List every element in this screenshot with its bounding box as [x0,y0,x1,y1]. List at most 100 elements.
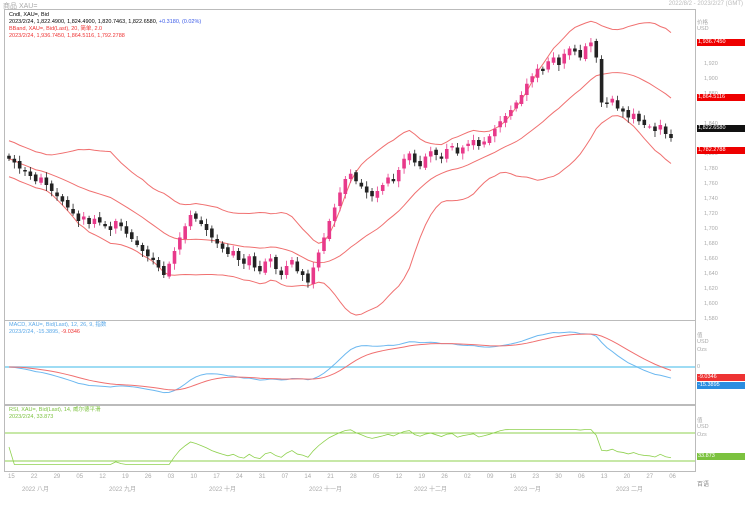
candle [103,221,107,229]
candle [567,46,572,60]
candle [364,181,369,199]
signal-line [8,333,672,391]
candle [482,137,486,148]
candle [610,95,615,106]
candle [343,176,348,199]
date-tick: 10 [190,474,198,480]
month-label: 2023 一月 [514,487,542,493]
rsi-legend-values: 2023/2/24, 33.873 [9,414,54,420]
candle [231,245,236,258]
date-tick: 24 [236,474,243,480]
candle [423,153,428,170]
candle [236,248,241,266]
candle [375,186,380,203]
candle [578,44,583,61]
macd-panel[interactable]: MACD, XAU=, Bid(Last), 12, 26, 9, 指数 202… [4,320,696,405]
date-tick: 26 [441,474,448,480]
candle [519,91,524,107]
candle [97,212,102,226]
candle [119,218,123,231]
candle [135,236,139,248]
candle [402,154,406,174]
candle [621,106,625,118]
candle [615,95,620,111]
candle [530,73,534,88]
candle [460,145,465,160]
month-label: 2022 十一月 [309,487,343,493]
candle [258,260,262,275]
candle [450,143,454,151]
candle [642,115,647,128]
date-tick: 21 [327,474,334,480]
candle [92,215,97,228]
price-chart[interactable] [5,10,695,320]
date-tick: 06 [669,474,676,480]
candle [380,182,385,195]
candle [316,249,321,272]
candle [162,261,166,278]
date-tick: 23 [532,474,540,480]
candle [129,229,134,242]
candle-legend-change: +0.3180, (0.02%) [158,19,202,25]
candle [252,252,257,272]
candle [471,134,476,150]
month-label: 2022 八月 [22,487,50,493]
price-tick: 1,640 [704,271,718,277]
candle [637,110,641,125]
candle [17,155,22,174]
candle [226,243,230,257]
candle [605,97,609,108]
candle [653,122,657,137]
candle [39,173,43,185]
candle [477,137,481,150]
candle [439,152,444,164]
candle [589,38,593,53]
candle-legend-name: Cndl, XAU=, Bid [9,12,49,18]
price-tick: 1,760 [704,181,718,187]
candle [65,196,70,211]
candle [669,129,673,142]
candle [573,44,577,56]
candle [525,78,529,101]
candle [327,218,332,242]
macd-legend-name: MACD, XAU=, Bid(Last), 12, 26, 9, 指数 [9,322,107,328]
rsi-axis-header: 值 [697,418,703,424]
rsi-legend-name: RSI, XAU=, Bid(Last), 14, 威尔德平滑 [9,407,101,413]
date-range: 2022/8/2 - 2023/2/27 (GMT) [668,1,743,7]
rsi-panel[interactable]: RSI, XAU=, Bid(Last), 14, 威尔德平滑 2023/2/2… [4,405,696,472]
candle [455,143,460,156]
price-tick: 1,920 [704,61,718,67]
price-axis-header: 价格 [697,20,709,26]
price-panel[interactable]: Cndl, XAU=, Bid 2023/2/24, 1,822.4900, 1… [4,9,696,321]
candle [487,134,492,146]
candle [444,143,449,163]
date-tick: 05 [372,474,380,480]
candle [290,257,294,268]
candle [183,223,187,244]
macd-chart[interactable] [5,321,695,404]
candle [354,170,358,185]
candle [386,173,390,187]
candle [647,124,652,129]
price-tick: 1,720 [704,211,718,217]
candle [594,38,599,63]
date-tick: 27 [646,474,654,480]
rsi-axis-unit: USD [697,424,709,430]
candle [428,146,433,163]
rsi-chart[interactable] [5,406,695,471]
candle [498,116,502,133]
date-tick: 22 [30,474,38,480]
candle [199,216,203,227]
last-price-tag: 1,822.6580 [697,125,745,132]
bb-mid-tag: 1,864.5116 [697,94,745,101]
date-tick: 12 [99,474,106,480]
date-axis: 15 22 29 05 12 19 26 03 10 17 24 31 07 14 21 28 05 12 19 26… [4,472,694,506]
candle [359,179,364,189]
candle [322,233,326,254]
price-tick: 1,620 [704,286,718,292]
price-tick: 1,900 [704,76,718,82]
candle [247,254,252,270]
candle [194,211,198,222]
candle [12,155,17,169]
candle [172,247,177,270]
